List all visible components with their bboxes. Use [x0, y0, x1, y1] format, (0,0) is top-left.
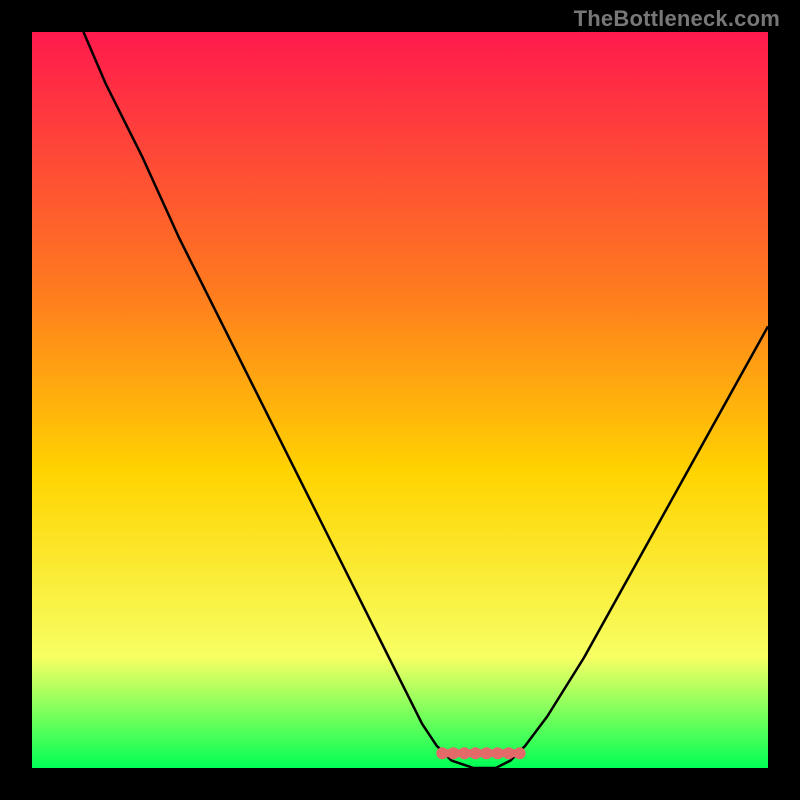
marker-dot	[458, 747, 470, 759]
marker-dot	[492, 747, 504, 759]
marker-dot	[514, 747, 526, 759]
watermark-text: TheBottleneck.com	[574, 6, 780, 32]
marker-dot	[481, 747, 493, 759]
gradient-background	[32, 32, 768, 768]
chart-stage: TheBottleneck.com	[0, 0, 800, 800]
marker-dot	[447, 747, 459, 759]
plot-area	[32, 32, 768, 768]
bottleneck-chart	[32, 32, 768, 768]
marker-dot	[436, 747, 448, 759]
marker-dot	[469, 747, 481, 759]
marker-dot	[503, 747, 515, 759]
